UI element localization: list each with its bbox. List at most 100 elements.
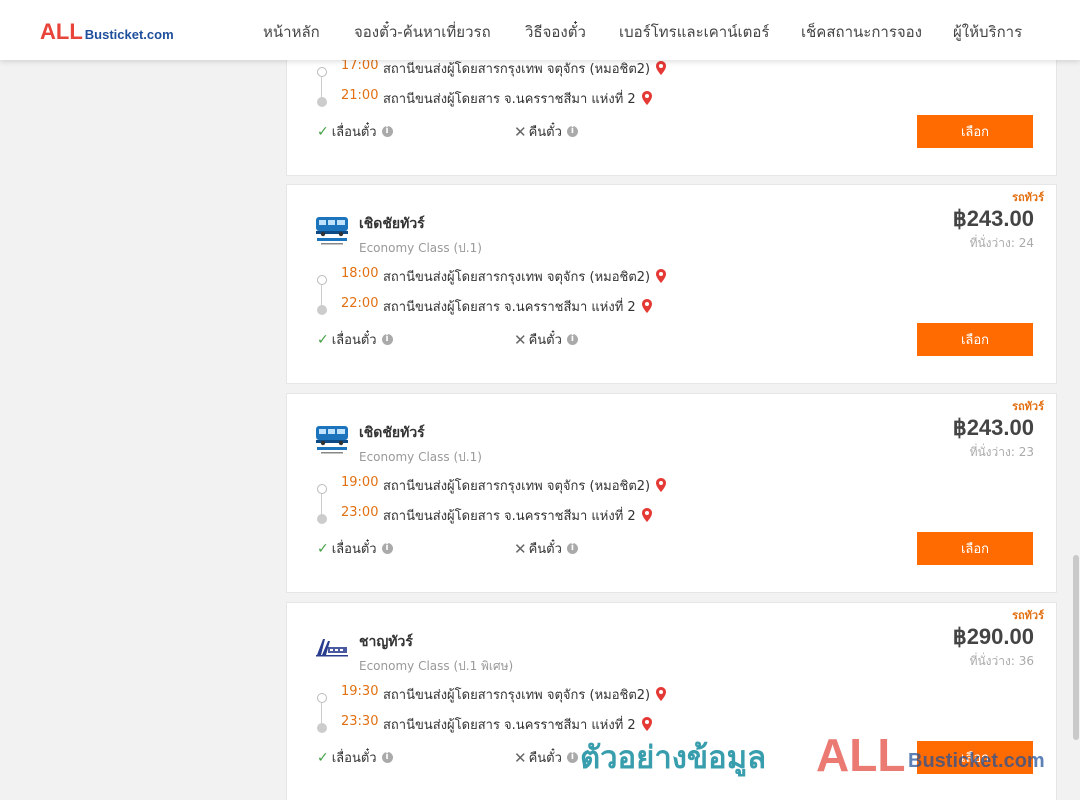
arrival-station: สถานีขนส่งผู้โดยสาร จ.นครราชสีมา แห่งที่… — [383, 88, 652, 109]
arrival-time: 21:00 — [341, 88, 379, 103]
refund-policy: ✕ คืนตั๋ว i — [514, 747, 578, 768]
refund-policy: ✕ คืนตั๋ว i — [514, 329, 578, 350]
ticket-price: ฿243.00 — [952, 206, 1034, 231]
info-icon[interactable]: i — [566, 334, 578, 345]
refund-policy: ✕ คืนตั๋ว i — [514, 121, 578, 142]
company-info: ชาญทัวร์ Economy Class (ป.1 พิเศษ) — [313, 631, 513, 676]
seats-available: ที่นั่งว่าง: 24 — [969, 236, 1034, 250]
departure-dot — [317, 275, 327, 285]
bus-class: Economy Class (ป.1 พิเศษ) — [359, 659, 514, 673]
info-icon[interactable]: i — [566, 543, 578, 554]
departure-station: สถานีขนส่งผู้โดยสารกรุงเทพ จตุจักร (หมอช… — [383, 475, 667, 496]
price-block: ฿290.00 ที่นั่งว่าง: 36 — [953, 624, 1034, 671]
bus-type-badge: รถทัวร์ — [1012, 609, 1044, 622]
check-icon: ✓ — [317, 749, 329, 766]
price-block: ฿243.00 ที่นั่งว่าง: 24 — [953, 206, 1034, 253]
info-icon[interactable]: i — [381, 334, 393, 345]
nav-how-to-book[interactable]: วิธีจองตั๋ว — [525, 20, 586, 44]
info-icon[interactable]: i — [381, 126, 393, 137]
arrival-station: สถานีขนส่งผู้โดยสาร จ.นครราชสีมา แห่งที่… — [383, 296, 652, 317]
nav-contact[interactable]: เบอร์โทรและเคาน์เตอร์ — [619, 20, 769, 44]
ticket-price: ฿243.00 — [952, 415, 1034, 440]
departure-time: 17:00 — [341, 58, 379, 73]
route-line — [321, 494, 322, 514]
map-pin-icon[interactable] — [656, 478, 667, 492]
company-info: เชิดชัยทัวร์ Economy Class (ป.1) — [313, 213, 482, 258]
route-line — [321, 77, 322, 97]
departure-station: สถานีขนส่งผู้โดยสารกรุงเทพ จตุจักร (หมอช… — [383, 266, 667, 287]
company-name: เชิดชัยทัวร์ — [359, 425, 425, 441]
departure-time: 19:00 — [341, 475, 379, 490]
watermark-all: ALL — [816, 729, 906, 781]
cross-icon: ✕ — [514, 748, 527, 767]
trip-card: รถทัวร์ เชิดชัยทัวร์ Economy Class (ป.1)… — [286, 393, 1057, 593]
trip-card: รถทัวร์ เชิดชัยทัวร์ Economy Class (ป.1)… — [286, 184, 1057, 384]
company-info: เชิดชัยทัวร์ Economy Class (ป.1) — [313, 422, 482, 467]
arrival-dot — [317, 305, 327, 315]
logo-all: ALL — [40, 19, 83, 44]
watermark-text: ตัวอย่างข้อมูล — [580, 740, 767, 776]
route-line — [321, 703, 322, 723]
nav-providers[interactable]: ผู้ให้บริการ — [953, 20, 1022, 44]
departure-dot — [317, 484, 327, 494]
map-pin-icon[interactable] — [656, 687, 667, 701]
info-icon[interactable]: i — [381, 543, 393, 554]
arrival-dot — [317, 723, 327, 733]
site-logo[interactable]: ALL Busticket.com — [40, 19, 174, 45]
arrival-station: สถานีขนส่งผู้โดยสาร จ.นครราชสีมา แห่งที่… — [383, 505, 652, 526]
nav-home[interactable]: หน้าหลัก — [263, 20, 320, 44]
cherdchai-logo-icon — [316, 426, 348, 454]
watermark-busticket: Busticket.com — [908, 750, 1045, 772]
ticket-price: ฿290.00 — [952, 624, 1034, 649]
departure-time: 19:30 — [341, 684, 379, 699]
chan-tour-logo-icon — [316, 639, 348, 657]
arrival-time: 22:00 — [341, 296, 379, 311]
cross-icon: ✕ — [514, 330, 527, 349]
site-header: ALL Busticket.com หน้าหลัก จองตั๋ว-ค้นหา… — [0, 0, 1080, 60]
bus-type-badge: รถทัวร์ — [1012, 400, 1044, 413]
map-pin-icon[interactable] — [641, 91, 652, 105]
select-button[interactable]: เลือก — [917, 532, 1033, 565]
info-icon[interactable]: i — [566, 752, 578, 763]
map-pin-icon[interactable] — [641, 717, 652, 731]
bus-class: Economy Class (ป.1) — [359, 450, 482, 464]
cross-icon: ✕ — [514, 122, 527, 141]
refund-policy: ✕ คืนตั๋ว i — [514, 538, 578, 559]
departure-station: สถานีขนส่งผู้โดยสารกรุงเทพ จตุจักร (หมอช… — [383, 684, 667, 705]
departure-dot — [317, 693, 327, 703]
price-block: ฿243.00 ที่นั่งว่าง: 23 — [953, 415, 1034, 462]
seats-available: ที่นั่งว่าง: 36 — [969, 654, 1034, 668]
map-pin-icon[interactable] — [641, 299, 652, 313]
select-button[interactable]: เลือก — [917, 115, 1033, 148]
bus-type-badge: รถทัวร์ — [1012, 191, 1044, 204]
map-pin-icon[interactable] — [656, 61, 667, 75]
route-line — [321, 285, 322, 305]
arrival-time: 23:00 — [341, 505, 379, 520]
check-icon: ✓ — [317, 123, 329, 140]
map-pin-icon[interactable] — [641, 508, 652, 522]
nav-check-status[interactable]: เช็คสถานะการจอง — [801, 20, 922, 44]
page-scrollbar[interactable] — [1072, 60, 1080, 800]
reschedule-policy: ✓ เลื่อนตั๋ว i — [317, 121, 393, 142]
reschedule-policy: ✓ เลื่อนตั๋ว i — [317, 329, 393, 350]
arrival-time: 23:30 — [341, 714, 379, 729]
departure-time: 18:00 — [341, 266, 379, 281]
bus-class: Economy Class (ป.1) — [359, 241, 482, 255]
trip-card: 17:00 สถานีขนส่งผู้โดยสารกรุงเทพ จตุจักร… — [286, 40, 1057, 176]
select-button[interactable]: เลือก — [917, 323, 1033, 356]
cherdchai-logo-icon — [316, 217, 348, 245]
logo-busticket: Busticket.com — [84, 27, 174, 42]
scrollbar-thumb[interactable] — [1073, 555, 1079, 740]
map-pin-icon[interactable] — [656, 269, 667, 283]
check-icon: ✓ — [317, 540, 329, 557]
nav-book-ticket[interactable]: จองตั๋ว-ค้นหาเที่ยวรถ — [354, 20, 491, 44]
reschedule-policy: ✓ เลื่อนตั๋ว i — [317, 747, 393, 768]
arrival-dot — [317, 514, 327, 524]
company-name: ชาญทัวร์ — [359, 634, 413, 650]
info-icon[interactable]: i — [566, 126, 578, 137]
company-name: เชิดชัยทัวร์ — [359, 216, 425, 232]
info-icon[interactable]: i — [381, 752, 393, 763]
reschedule-policy: ✓ เลื่อนตั๋ว i — [317, 538, 393, 559]
cross-icon: ✕ — [514, 539, 527, 558]
departure-station: สถานีขนส่งผู้โดยสารกรุงเทพ จตุจักร (หมอช… — [383, 58, 667, 79]
